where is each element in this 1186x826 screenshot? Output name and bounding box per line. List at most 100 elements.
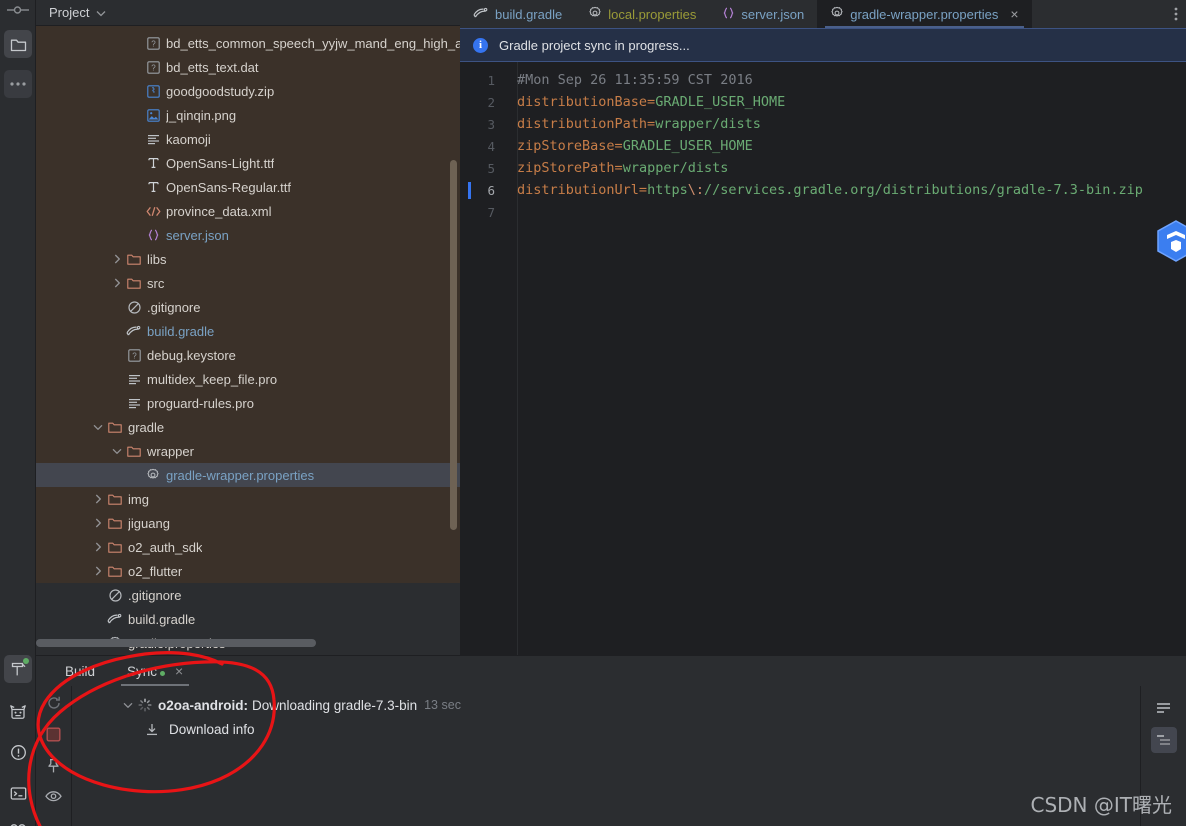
pin-icon[interactable]	[46, 758, 61, 777]
tree-row-label: build.gradle	[128, 611, 196, 627]
code-token: \:	[687, 182, 704, 198]
build-output-tree[interactable]: o2oa-android: Downloading gradle-7.3-bin 1…	[72, 686, 1186, 826]
chevron-right-icon[interactable]	[111, 277, 123, 289]
sidebar-vertical-scrollbar[interactable]	[450, 160, 457, 530]
project-tree[interactable]: ? bd_etts_common_speech_yyjw_mand_eng_hig…	[36, 26, 460, 655]
tree-row[interactable]: j_qinqin.png	[36, 103, 460, 127]
tree-row[interactable]: province_data.xml	[36, 199, 460, 223]
build-task-name: o2oa-android:	[158, 697, 248, 713]
tree-row[interactable]: build.gradle	[36, 607, 460, 631]
editor-tab[interactable]: server.json	[709, 0, 817, 28]
chevron-down-icon[interactable]	[122, 699, 134, 711]
tree-row[interactable]: kaomoji	[36, 127, 460, 151]
build-tab[interactable]: Sync ×	[111, 656, 199, 686]
tree-row-label: server.json	[166, 227, 229, 243]
eye-icon[interactable]	[45, 790, 62, 806]
chevron-right-icon[interactable]	[92, 493, 104, 505]
vertical-ellipsis-icon[interactable]	[1166, 0, 1186, 28]
tree-row[interactable]: goodgoodstudy.zip	[36, 79, 460, 103]
tree-row[interactable]: ? debug.keystore	[36, 343, 460, 367]
chevron-down-icon[interactable]	[92, 421, 104, 433]
code-token: =	[614, 160, 623, 176]
tree-row[interactable]: o2_auth_sdk	[36, 535, 460, 559]
build-output-row[interactable]: o2oa-android: Downloading gradle-7.3-bin 1…	[72, 693, 1186, 717]
close-icon[interactable]: ×	[175, 663, 183, 679]
tool-window-rail	[0, 0, 36, 826]
rail-item-problems[interactable]	[4, 738, 32, 766]
soft-wrap-icon[interactable]	[1151, 695, 1177, 721]
unknown-file-icon: ?	[145, 59, 161, 75]
tree-row[interactable]: ? bd_etts_common_speech_yyjw_mand_eng_hig…	[36, 31, 460, 55]
tree-row[interactable]: multidex_keep_file.pro	[36, 367, 460, 391]
rail-item-project[interactable]	[4, 30, 32, 58]
tree-row[interactable]: o2_flutter	[36, 559, 460, 583]
rail-divider-icon	[6, 4, 30, 16]
editor-tab[interactable]: gradle-wrapper.properties ×	[817, 0, 1032, 28]
code-line[interactable]: 2 distributionBase=GRADLE_USER_HOME	[460, 91, 1186, 113]
code-line[interactable]: 3 distributionPath=wrapper/dists	[460, 113, 1186, 135]
build-output-row[interactable]: Download info	[72, 717, 1186, 741]
rail-item-more[interactable]	[4, 70, 32, 98]
tree-row-selected[interactable]: gradle-wrapper.properties	[36, 463, 460, 487]
tree-row[interactable]: gradle	[36, 415, 460, 439]
tree-row[interactable]: OpenSans-Regular.ttf	[36, 175, 460, 199]
stop-square-icon[interactable]	[46, 727, 61, 745]
code-line-text: #Mon Sep 26 11:35:59 CST 2016	[506, 72, 753, 88]
rail-item-build[interactable]	[4, 655, 32, 683]
code-line[interactable]: 6 distributionUrl=https\://services.gradl…	[460, 179, 1186, 201]
xml-file-icon	[145, 203, 161, 219]
rail-item-logcat[interactable]	[4, 698, 32, 726]
properties-file-icon	[830, 6, 844, 23]
gradle-hex-badge-icon[interactable]	[1154, 219, 1186, 263]
rail-item-terminal[interactable]	[4, 779, 32, 807]
code-line[interactable]: 1 #Mon Sep 26 11:35:59 CST 2016	[460, 69, 1186, 91]
code-line[interactable]: 4 zipStoreBase=GRADLE_USER_HOME	[460, 135, 1186, 157]
tree-row[interactable]: ? bd_etts_text.dat	[36, 55, 460, 79]
editor-tab-label: local.properties	[608, 6, 697, 22]
chevron-right-icon[interactable]	[92, 541, 104, 553]
editor-tab[interactable]: build.gradle	[460, 0, 575, 28]
folder-icon	[107, 419, 123, 435]
build-tab[interactable]: Build	[49, 656, 111, 686]
tree-row[interactable]: wrapper	[36, 439, 460, 463]
tree-row[interactable]: build.gradle	[36, 319, 460, 343]
rail-item-profiler[interactable]	[4, 816, 32, 826]
code-line-text: zipStorePath=wrapper/dists	[506, 160, 728, 176]
tree-row[interactable]: src	[36, 271, 460, 295]
chevron-right-icon[interactable]	[92, 565, 104, 577]
tree-row[interactable]: jiguang	[36, 511, 460, 535]
chevron-down-icon[interactable]	[96, 5, 106, 20]
sidebar-horizontal-scrollbar[interactable]	[36, 639, 316, 647]
tree-row-label: build.gradle	[147, 323, 215, 339]
chevron-right-icon[interactable]	[92, 517, 104, 529]
tree-row[interactable]: proguard-rules.pro	[36, 391, 460, 415]
tree-row[interactable]: img	[36, 487, 460, 511]
chevron-right-icon[interactable]	[111, 253, 123, 265]
tree-row-label: gradle-wrapper.properties	[166, 467, 315, 483]
code-token: =	[647, 116, 656, 132]
tree-row[interactable]: .gitignore	[36, 295, 460, 319]
code-line[interactable]: 5 zipStorePath=wrapper/dists	[460, 157, 1186, 179]
show-tree-icon[interactable]	[1150, 727, 1177, 753]
tree-row[interactable]: libs	[36, 247, 460, 271]
unknown-file-icon: ?	[126, 347, 142, 363]
close-icon[interactable]: ×	[1010, 7, 1018, 21]
code-token: distributionPath	[517, 116, 648, 132]
tree-row[interactable]: OpenSans-Light.ttf	[36, 151, 460, 175]
code-view[interactable]: 1 #Mon Sep 26 11:35:59 CST 2016 2 distribut…	[460, 62, 1186, 655]
line-number: 5	[487, 160, 495, 176]
project-header[interactable]: Project	[36, 0, 460, 26]
code-line[interactable]: 7	[460, 201, 1186, 223]
tree-row-label: j_qinqin.png	[166, 107, 237, 123]
tree-row[interactable]: server.json	[36, 223, 460, 247]
rerun-icon[interactable]	[46, 695, 62, 714]
code-token: https	[647, 182, 688, 198]
terminal-icon	[10, 786, 27, 801]
editor-tab[interactable]: local.properties	[575, 0, 709, 28]
code-lines[interactable]: 1 #Mon Sep 26 11:35:59 CST 2016 2 distribut…	[460, 69, 1186, 223]
tree-row[interactable]: .gitignore	[36, 583, 460, 607]
chevron-down-icon[interactable]	[111, 445, 123, 457]
